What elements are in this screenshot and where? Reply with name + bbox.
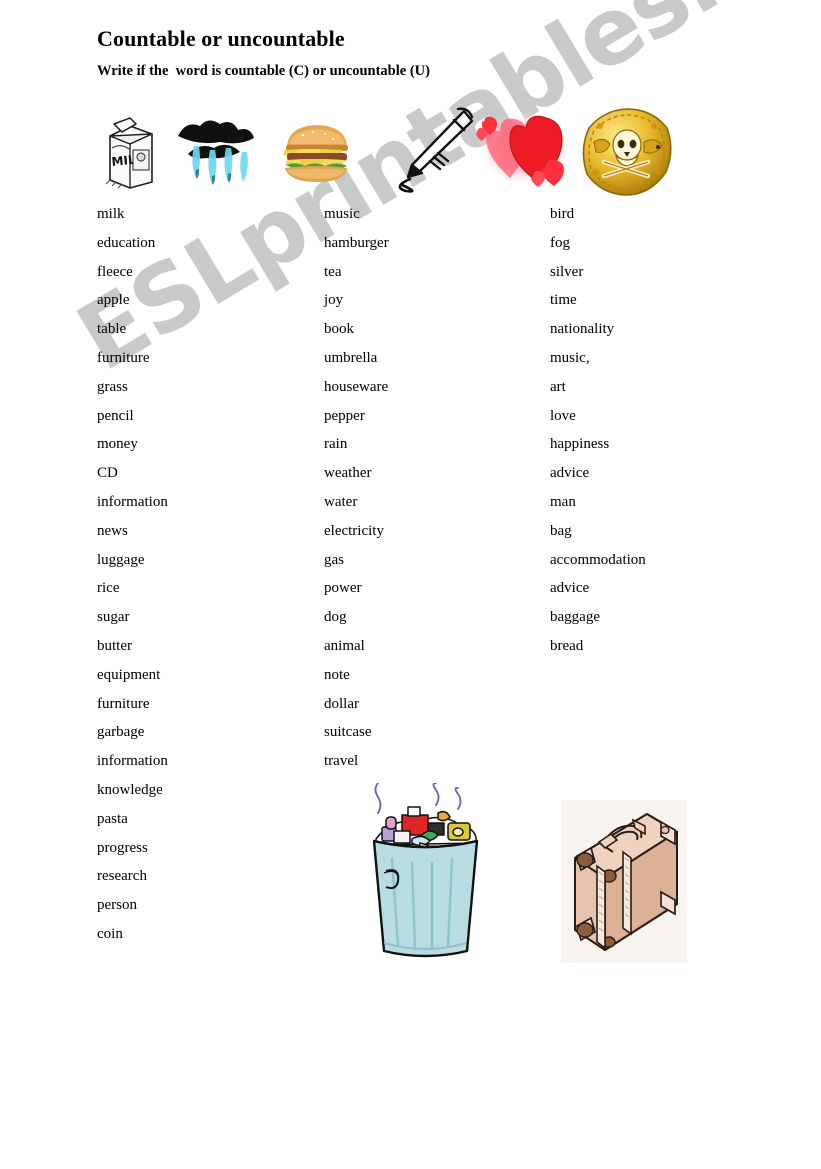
word-column-1: milk education fleece apple table furnit… xyxy=(97,200,168,949)
word-item: man xyxy=(550,493,576,510)
word-item: joy xyxy=(324,292,344,309)
word-item: sugar xyxy=(97,609,130,626)
word-item: furniture xyxy=(97,349,150,366)
word-item: hamburger xyxy=(324,234,389,251)
word-item: nationality xyxy=(550,321,615,338)
word-item: water xyxy=(324,493,358,510)
word-item: electricity xyxy=(324,522,384,539)
word-item: equipment xyxy=(97,666,161,683)
word-item: weather xyxy=(324,465,372,482)
word-item: garbage xyxy=(97,724,145,741)
word-item: information xyxy=(97,493,168,510)
word-item: animal xyxy=(324,637,365,654)
word-item: CD xyxy=(97,465,118,482)
word-item: progress xyxy=(97,839,148,856)
word-item: accommodation xyxy=(550,551,646,568)
word-item: tea xyxy=(324,263,342,280)
word-item: note xyxy=(324,666,350,683)
word-item: butter xyxy=(97,637,132,654)
word-item: travel xyxy=(324,753,359,770)
word-column-3: bird fog silver time nationality music, … xyxy=(550,200,646,661)
word-item: love xyxy=(550,407,576,424)
word-item: pepper xyxy=(324,407,365,424)
word-item: rain xyxy=(324,436,348,453)
word-item: music, xyxy=(550,349,590,366)
word-item: silver xyxy=(550,263,584,280)
word-item: book xyxy=(324,321,354,338)
word-item: bread xyxy=(550,637,584,654)
word-item: knowledge xyxy=(97,781,163,798)
word-item: table xyxy=(97,321,127,338)
word-item: advice xyxy=(550,465,590,482)
word-column-2: music hamburger tea joy book umbrella ho… xyxy=(324,200,389,776)
word-item: money xyxy=(97,436,138,453)
word-item: dog xyxy=(324,609,347,626)
word-item: information xyxy=(97,753,168,770)
word-item: furniture xyxy=(97,695,150,712)
word-item: fog xyxy=(550,234,570,251)
word-item: bird xyxy=(550,206,575,222)
word-item: time xyxy=(550,292,577,309)
word-item: pasta xyxy=(97,810,128,827)
word-item: grass xyxy=(97,378,128,395)
word-item: rice xyxy=(97,580,120,597)
word-item: power xyxy=(324,580,362,597)
word-item: gas xyxy=(324,551,344,568)
word-item: fleece xyxy=(97,263,133,280)
word-list-container: milk education fleece apple table furnit… xyxy=(0,0,821,1169)
word-item: pencil xyxy=(97,407,134,424)
word-item: milk xyxy=(97,206,125,222)
word-item: education xyxy=(97,234,156,251)
word-item: happiness xyxy=(550,436,610,453)
word-item: coin xyxy=(97,925,123,942)
word-item: advice xyxy=(550,580,590,597)
word-item: music xyxy=(324,206,360,222)
word-item: research xyxy=(97,868,147,885)
word-item: dollar xyxy=(324,695,359,712)
word-item: apple xyxy=(97,292,130,309)
word-item: houseware xyxy=(324,378,389,395)
word-item: baggage xyxy=(550,609,600,626)
word-item: umbrella xyxy=(324,349,378,366)
word-item: luggage xyxy=(97,551,145,568)
word-item: art xyxy=(550,378,566,395)
word-item: person xyxy=(97,897,137,914)
word-item: suitcase xyxy=(324,724,372,741)
word-item: news xyxy=(97,522,128,539)
worksheet-page: ESLprintables.com Countable or uncountab… xyxy=(0,0,821,1169)
word-item: bag xyxy=(550,522,572,539)
